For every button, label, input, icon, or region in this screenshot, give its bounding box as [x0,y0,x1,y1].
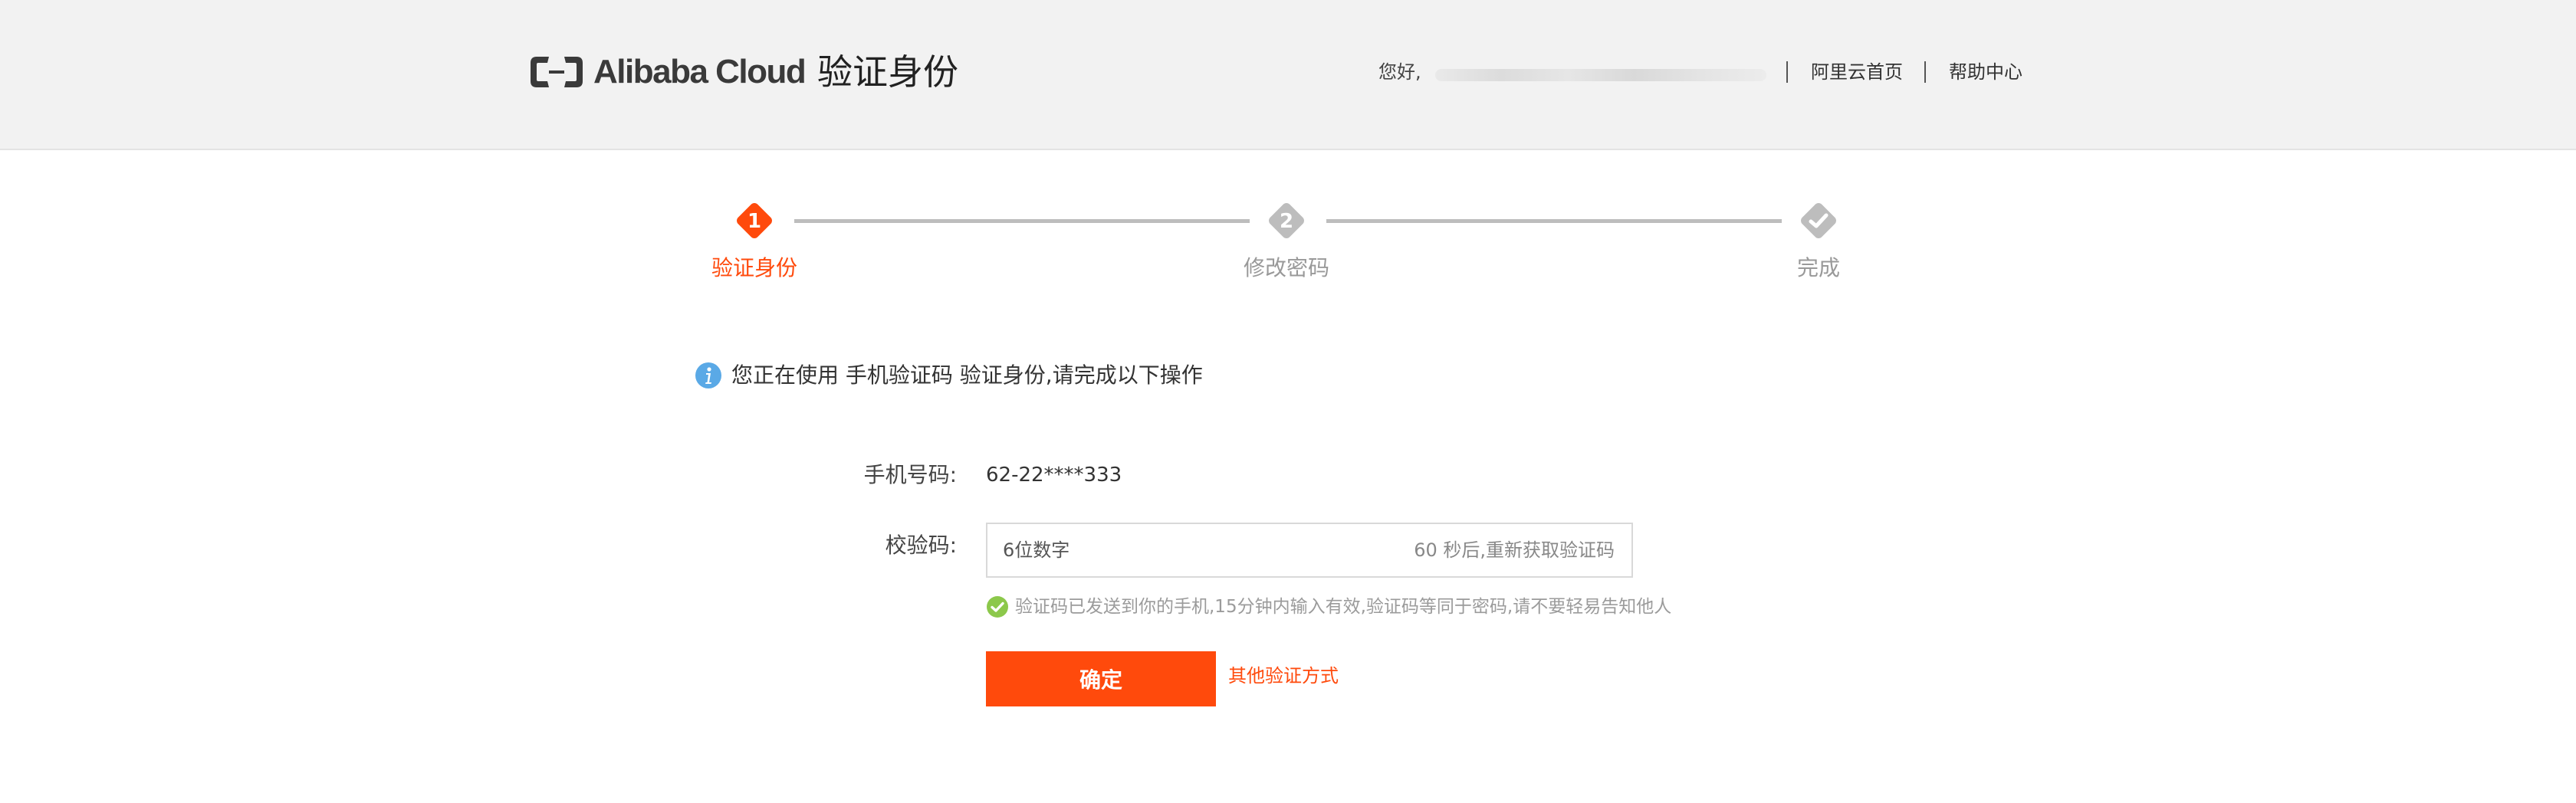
code-label: 校验码: [885,533,957,558]
alibaba-cloud-logo-icon [531,57,583,87]
page-title: 验证身份 [817,51,958,93]
aliyun-home-link[interactable]: 阿里云首页 [1811,60,1903,84]
code-input[interactable] [1003,524,1371,576]
confirm-button[interactable]: 确定 [986,651,1216,706]
step-connector [794,219,1250,223]
alibaba-cloud-logo[interactable]: Alibaba Cloud [527,53,807,90]
hint-text: 验证码已发送到你的手机,15分钟内输入有效,验证码等同于密码,请不要轻易告知他人 [1015,597,1672,617]
step-2-badge: 2 [1269,203,1304,238]
help-center-link[interactable]: 帮助中心 [1949,60,2022,84]
svg-text:1: 1 [748,210,761,233]
other-verification-link[interactable]: 其他验证方式 [1228,662,1339,690]
notice-text: 您正在使用 手机验证码 验证身份,请完成以下操作 [731,362,1203,388]
step-2-label: 修改密码 [1243,255,1329,280]
header-divider [1924,61,1926,83]
phone-value: 62-22****333 [986,464,1122,487]
step-1-label: 验证身份 [711,255,797,280]
logo-text: Alibaba Cloud [593,53,807,90]
header-divider [1786,61,1788,83]
resend-countdown: 60 秒后,重新获取验证码 [1414,539,1615,561]
step-3-check-icon [1801,203,1836,238]
greeting-text: 您好, [1378,61,1421,83]
step-1-badge: 1 [737,203,772,238]
code-field: 60 秒后,重新获取验证码 [986,523,1633,578]
code-sent-hint: 验证码已发送到你的手机,15分钟内输入有效,验证码等同于密码,请不要轻易告知他人 [986,593,1671,621]
svg-text:2: 2 [1280,210,1293,233]
top-header: Alibaba Cloud 验证身份 您好, 阿里云首页 帮助中心 [0,0,2576,150]
username-redacted [1435,69,1766,81]
info-icon [695,362,721,388]
step-3-label: 完成 [1796,255,1840,280]
phone-label: 手机号码: [863,462,957,487]
verification-notice: 您正在使用 手机验证码 验证身份,请完成以下操作 [695,360,1203,391]
check-circle-icon [987,596,1008,618]
step-connector [1326,219,1782,223]
